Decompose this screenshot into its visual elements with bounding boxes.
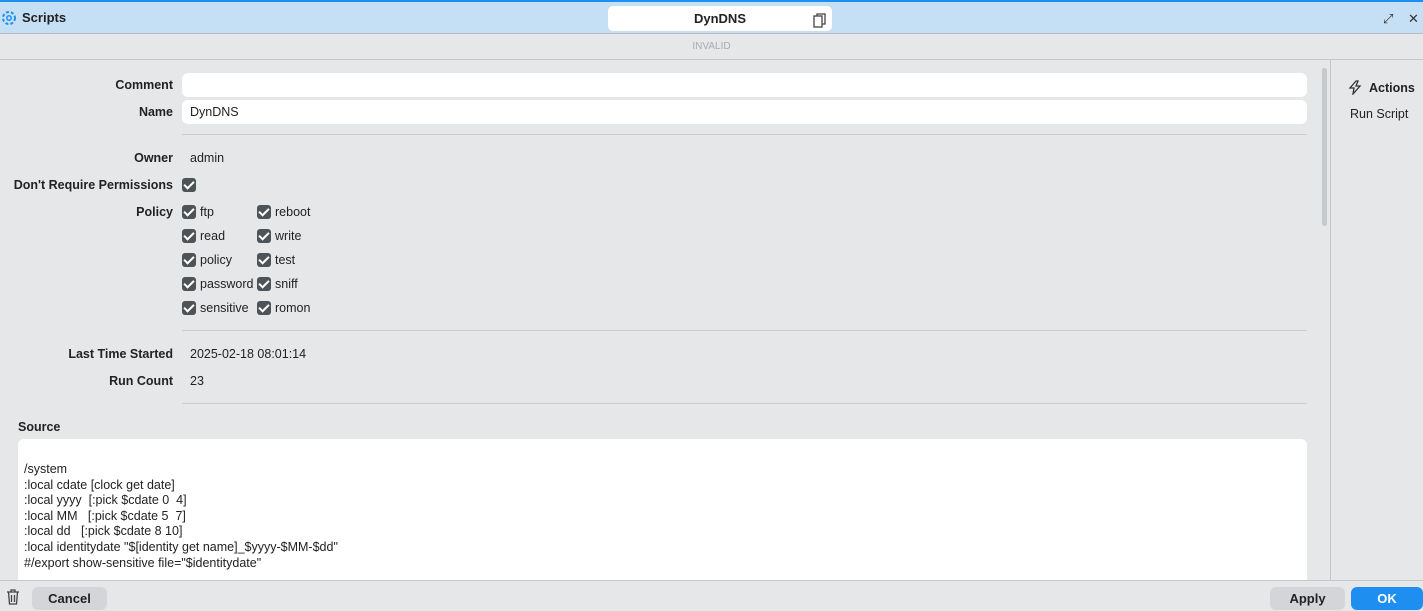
policy-label-ftp: ftp bbox=[200, 205, 214, 219]
policy-label-policy: policy bbox=[200, 253, 232, 267]
owner-label: Owner bbox=[134, 151, 173, 165]
comment-label: Comment bbox=[115, 78, 173, 92]
policy-checkbox-reboot[interactable] bbox=[257, 205, 271, 219]
divider bbox=[182, 403, 1307, 404]
policy-checkbox-sniff[interactable] bbox=[257, 277, 271, 291]
trash-icon[interactable] bbox=[6, 589, 20, 608]
policy-label-reboot: reboot bbox=[275, 205, 311, 219]
footer: Cancel Apply OK bbox=[0, 580, 1423, 611]
policy-label-sensitive: sensitive bbox=[200, 301, 249, 315]
maximize-icon[interactable]: ⤢ bbox=[1383, 11, 1393, 27]
run-script-button[interactable]: Run Script bbox=[1350, 107, 1408, 121]
last-time-started-label: Last Time Started bbox=[68, 347, 173, 361]
policy-checkbox-policy[interactable] bbox=[182, 253, 196, 267]
policy-label-write: write bbox=[275, 229, 302, 243]
dont-require-permissions-label: Don't Require Permissions bbox=[13, 178, 173, 192]
policy-label-read: read bbox=[200, 229, 226, 243]
policy-checkbox-ftp[interactable] bbox=[182, 205, 196, 219]
name-input[interactable]: DynDNS bbox=[182, 100, 1307, 124]
last-time-started-value: 2025-02-18 08:01:14 bbox=[190, 347, 307, 361]
actions-title: Actions bbox=[1369, 81, 1415, 95]
policy-label: Policy bbox=[136, 205, 173, 219]
lightning-icon bbox=[1348, 80, 1362, 98]
title-bar: Scripts DynDNS ⤢ ✕ bbox=[0, 0, 1423, 34]
item-name-tab: DynDNS bbox=[608, 6, 832, 31]
source-editor[interactable]: /system :local cdate [clock get date] :l… bbox=[18, 439, 1307, 580]
divider bbox=[182, 330, 1307, 331]
run-count-value: 23 bbox=[190, 374, 204, 388]
run-count-label: Run Count bbox=[109, 374, 173, 388]
dont-require-permissions-checkbox[interactable] bbox=[182, 178, 196, 192]
source-label: Source bbox=[18, 420, 61, 434]
policy-label-romon: romon bbox=[275, 301, 311, 315]
owner-value: admin bbox=[190, 151, 225, 165]
policy-checkbox-password[interactable] bbox=[182, 277, 196, 291]
actions-panel: Actions Run Script bbox=[1332, 60, 1423, 580]
policy-checkbox-write[interactable] bbox=[257, 229, 271, 243]
item-name: DynDNS bbox=[693, 11, 746, 26]
name-label: Name bbox=[138, 105, 173, 119]
status-bar: INVALID bbox=[0, 34, 1423, 60]
policy-checkbox-read[interactable] bbox=[182, 229, 196, 243]
close-icon[interactable]: ✕ bbox=[1408, 11, 1419, 27]
ok-button[interactable]: OK bbox=[1351, 587, 1423, 610]
policy-checkbox-test[interactable] bbox=[257, 253, 271, 267]
comment-input[interactable] bbox=[182, 73, 1307, 97]
policy-label-password: password bbox=[200, 277, 254, 291]
policy-label-sniff: sniff bbox=[275, 277, 298, 291]
cancel-button[interactable]: Cancel bbox=[32, 587, 107, 610]
policy-checkbox-sensitive[interactable] bbox=[182, 301, 196, 315]
divider bbox=[182, 134, 1307, 135]
policy-label-test: test bbox=[275, 253, 296, 267]
form-panel: Comment Name DynDNS Owner admin Don't Re… bbox=[0, 60, 1331, 580]
window-title: Scripts bbox=[22, 10, 67, 25]
copy-icon[interactable] bbox=[813, 11, 826, 36]
gear-icon bbox=[0, 9, 18, 30]
policy-checkbox-romon[interactable] bbox=[257, 301, 271, 315]
apply-button[interactable]: Apply bbox=[1270, 587, 1345, 610]
scrollbar[interactable] bbox=[1322, 68, 1327, 226]
